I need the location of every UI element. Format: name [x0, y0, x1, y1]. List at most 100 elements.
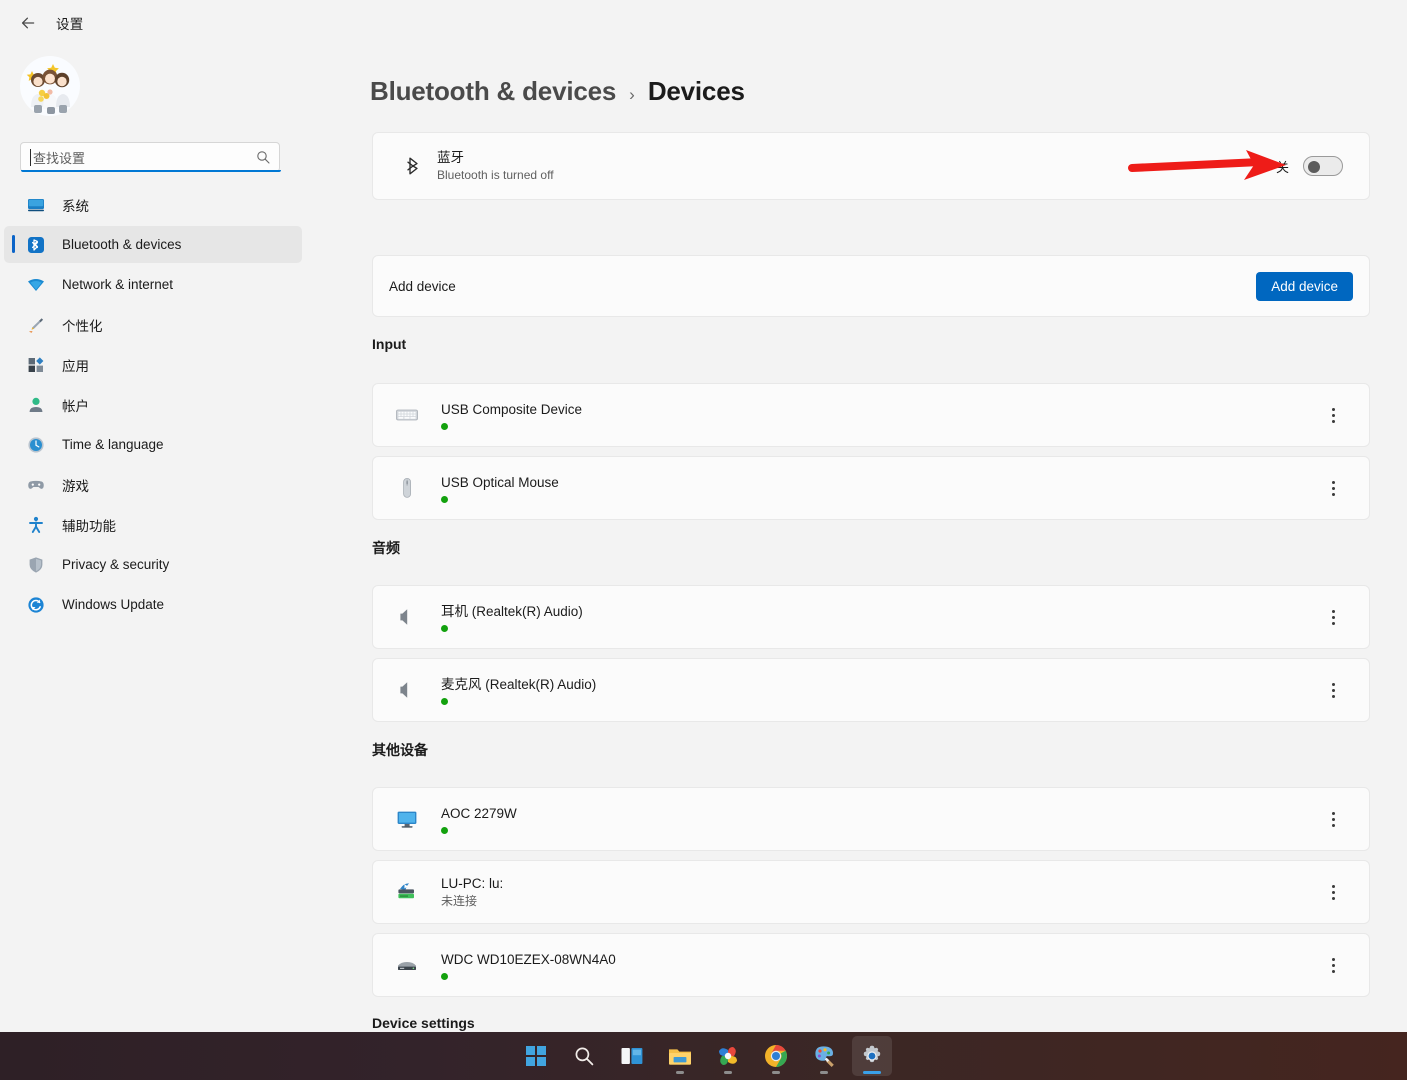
sidebar-item-apps[interactable]: 应用 [4, 346, 302, 383]
settings-window: 设置 查找设置 系统 Bluetooth & devices Network &… [0, 0, 1407, 1080]
table-row[interactable]: 麦克风 (Realtek(R) Audio) [372, 658, 1370, 722]
kebab-menu-icon[interactable] [1317, 601, 1349, 633]
sidebar-item-label: Time & language [62, 437, 164, 452]
running-indicator [862, 1071, 881, 1074]
kebab-menu-icon[interactable] [1317, 949, 1349, 981]
sidebar-nav: 系统 Bluetooth & devices Network & interne… [4, 186, 314, 626]
section-heading-input: Input [372, 336, 407, 352]
toggle-knob [1308, 161, 1320, 173]
avatar[interactable] [18, 54, 82, 118]
device-name: 麦克风 (Realtek(R) Audio) [441, 676, 597, 692]
media-device-icon [387, 879, 427, 905]
device-status: 未连接 [441, 894, 478, 908]
search-container: 查找设置 [20, 142, 281, 174]
start-button[interactable] [516, 1036, 556, 1076]
status-badge [441, 624, 448, 632]
speaker-icon [387, 604, 427, 630]
table-row[interactable]: USB Optical Mouse [372, 456, 1370, 520]
task-view-button[interactable] [612, 1036, 652, 1076]
add-device-button[interactable]: Add device [1256, 271, 1353, 301]
sidebar-item-gaming[interactable]: 游戏 [4, 466, 302, 503]
table-row[interactable]: 耳机 (Realtek(R) Audio) [372, 585, 1370, 649]
table-row[interactable]: WDC WD10EZEX-08WN4A0 [372, 933, 1370, 997]
back-button[interactable] [12, 7, 44, 39]
table-row[interactable]: USB Composite Device [372, 383, 1370, 447]
search-placeholder: 查找设置 [33, 151, 86, 167]
update-icon [24, 593, 48, 617]
status-badge [441, 826, 448, 834]
breadcrumb: Bluetooth & devices › Devices [370, 76, 745, 107]
keyboard-icon [387, 402, 427, 428]
breadcrumb-separator: › [629, 85, 635, 104]
search-icon [256, 150, 270, 169]
sidebar-item-label: 辅助功能 [62, 518, 116, 534]
sidebar-item-label: 个性化 [62, 318, 103, 334]
arrow-left-icon [21, 17, 35, 29]
folder-icon [668, 1049, 691, 1065]
sidebar-item-label: Network & internet [62, 277, 174, 292]
sidebar-item-time-language[interactable]: Time & language [4, 426, 302, 463]
taskbar [0, 1032, 1407, 1080]
paint-palette-icon [814, 1046, 834, 1067]
running-indicator [819, 1071, 828, 1074]
apps-icon [24, 353, 48, 377]
network-icon [24, 273, 48, 297]
accessibility-icon [24, 513, 48, 537]
personalization-icon [24, 313, 48, 337]
search-button[interactable] [564, 1036, 604, 1076]
kebab-menu-icon[interactable] [1317, 803, 1349, 835]
sidebar-item-label: 应用 [62, 358, 89, 374]
google-chrome[interactable] [756, 1036, 796, 1076]
chrome-icon [764, 1045, 787, 1067]
sidebar-item-accessibility[interactable]: 辅助功能 [4, 506, 302, 543]
search-icon [575, 1047, 593, 1066]
sidebar-item-accounts[interactable]: 帐户 [4, 386, 302, 423]
photos-app[interactable] [708, 1036, 748, 1076]
kebab-menu-icon[interactable] [1317, 876, 1349, 908]
paint-app[interactable] [804, 1036, 844, 1076]
task-view-icon [621, 1048, 642, 1064]
bluetooth-card: 蓝牙 Bluetooth is turned off 关 [372, 132, 1370, 200]
file-explorer[interactable] [660, 1036, 700, 1076]
breadcrumb-parent-link[interactable]: Bluetooth & devices [370, 76, 616, 107]
settings-app[interactable] [851, 1036, 892, 1076]
add-device-card: Add device Add device [372, 255, 1370, 317]
taskbar-items [516, 1032, 892, 1080]
sidebar-item-windows-update[interactable]: Windows Update [4, 586, 302, 623]
sidebar-item-privacy-security[interactable]: Privacy & security [4, 546, 302, 583]
status-badge [441, 495, 448, 503]
speaker-icon [387, 677, 427, 703]
clock-icon [24, 433, 48, 457]
gear-icon [863, 1045, 880, 1063]
sidebar-item-network-internet[interactable]: Network & internet [4, 266, 302, 303]
table-row[interactable]: LU-PC: lu: 未连接 [372, 860, 1370, 924]
sidebar-item-personalization[interactable]: 个性化 [4, 306, 302, 343]
app-title: 设置 [56, 17, 84, 32]
text-cursor [30, 149, 31, 166]
search-input[interactable]: 查找设置 [20, 142, 281, 172]
user-avatar-cartoon [20, 56, 80, 116]
sidebar-item-bluetooth-devices[interactable]: Bluetooth & devices [4, 226, 302, 263]
mouse-icon [387, 475, 427, 501]
windows-logo-icon [525, 1046, 546, 1066]
device-name: AOC 2279W [441, 805, 517, 821]
bluetooth-icon [24, 233, 48, 257]
kebab-menu-icon[interactable] [1317, 399, 1349, 431]
kebab-menu-icon[interactable] [1317, 674, 1349, 706]
sidebar-item-label: Privacy & security [62, 557, 170, 572]
kebab-menu-icon[interactable] [1317, 472, 1349, 504]
section-heading-device-settings: Device settings [372, 1015, 475, 1031]
search-focus-underline [21, 170, 281, 172]
bluetooth-toggle[interactable] [1303, 156, 1343, 176]
status-badge [441, 697, 448, 705]
status-badge [441, 972, 448, 980]
device-name: 耳机 (Realtek(R) Audio) [441, 603, 583, 619]
table-row[interactable]: AOC 2279W [372, 787, 1370, 851]
page-title: Devices [647, 76, 745, 106]
bluetooth-title: 蓝牙 [437, 150, 464, 165]
sidebar-item-system[interactable]: 系统 [4, 186, 302, 223]
running-indicator [771, 1071, 780, 1074]
monitor-icon [387, 806, 427, 832]
device-name: LU-PC: lu: [441, 876, 504, 891]
sidebar-item-label: 帐户 [62, 398, 89, 414]
